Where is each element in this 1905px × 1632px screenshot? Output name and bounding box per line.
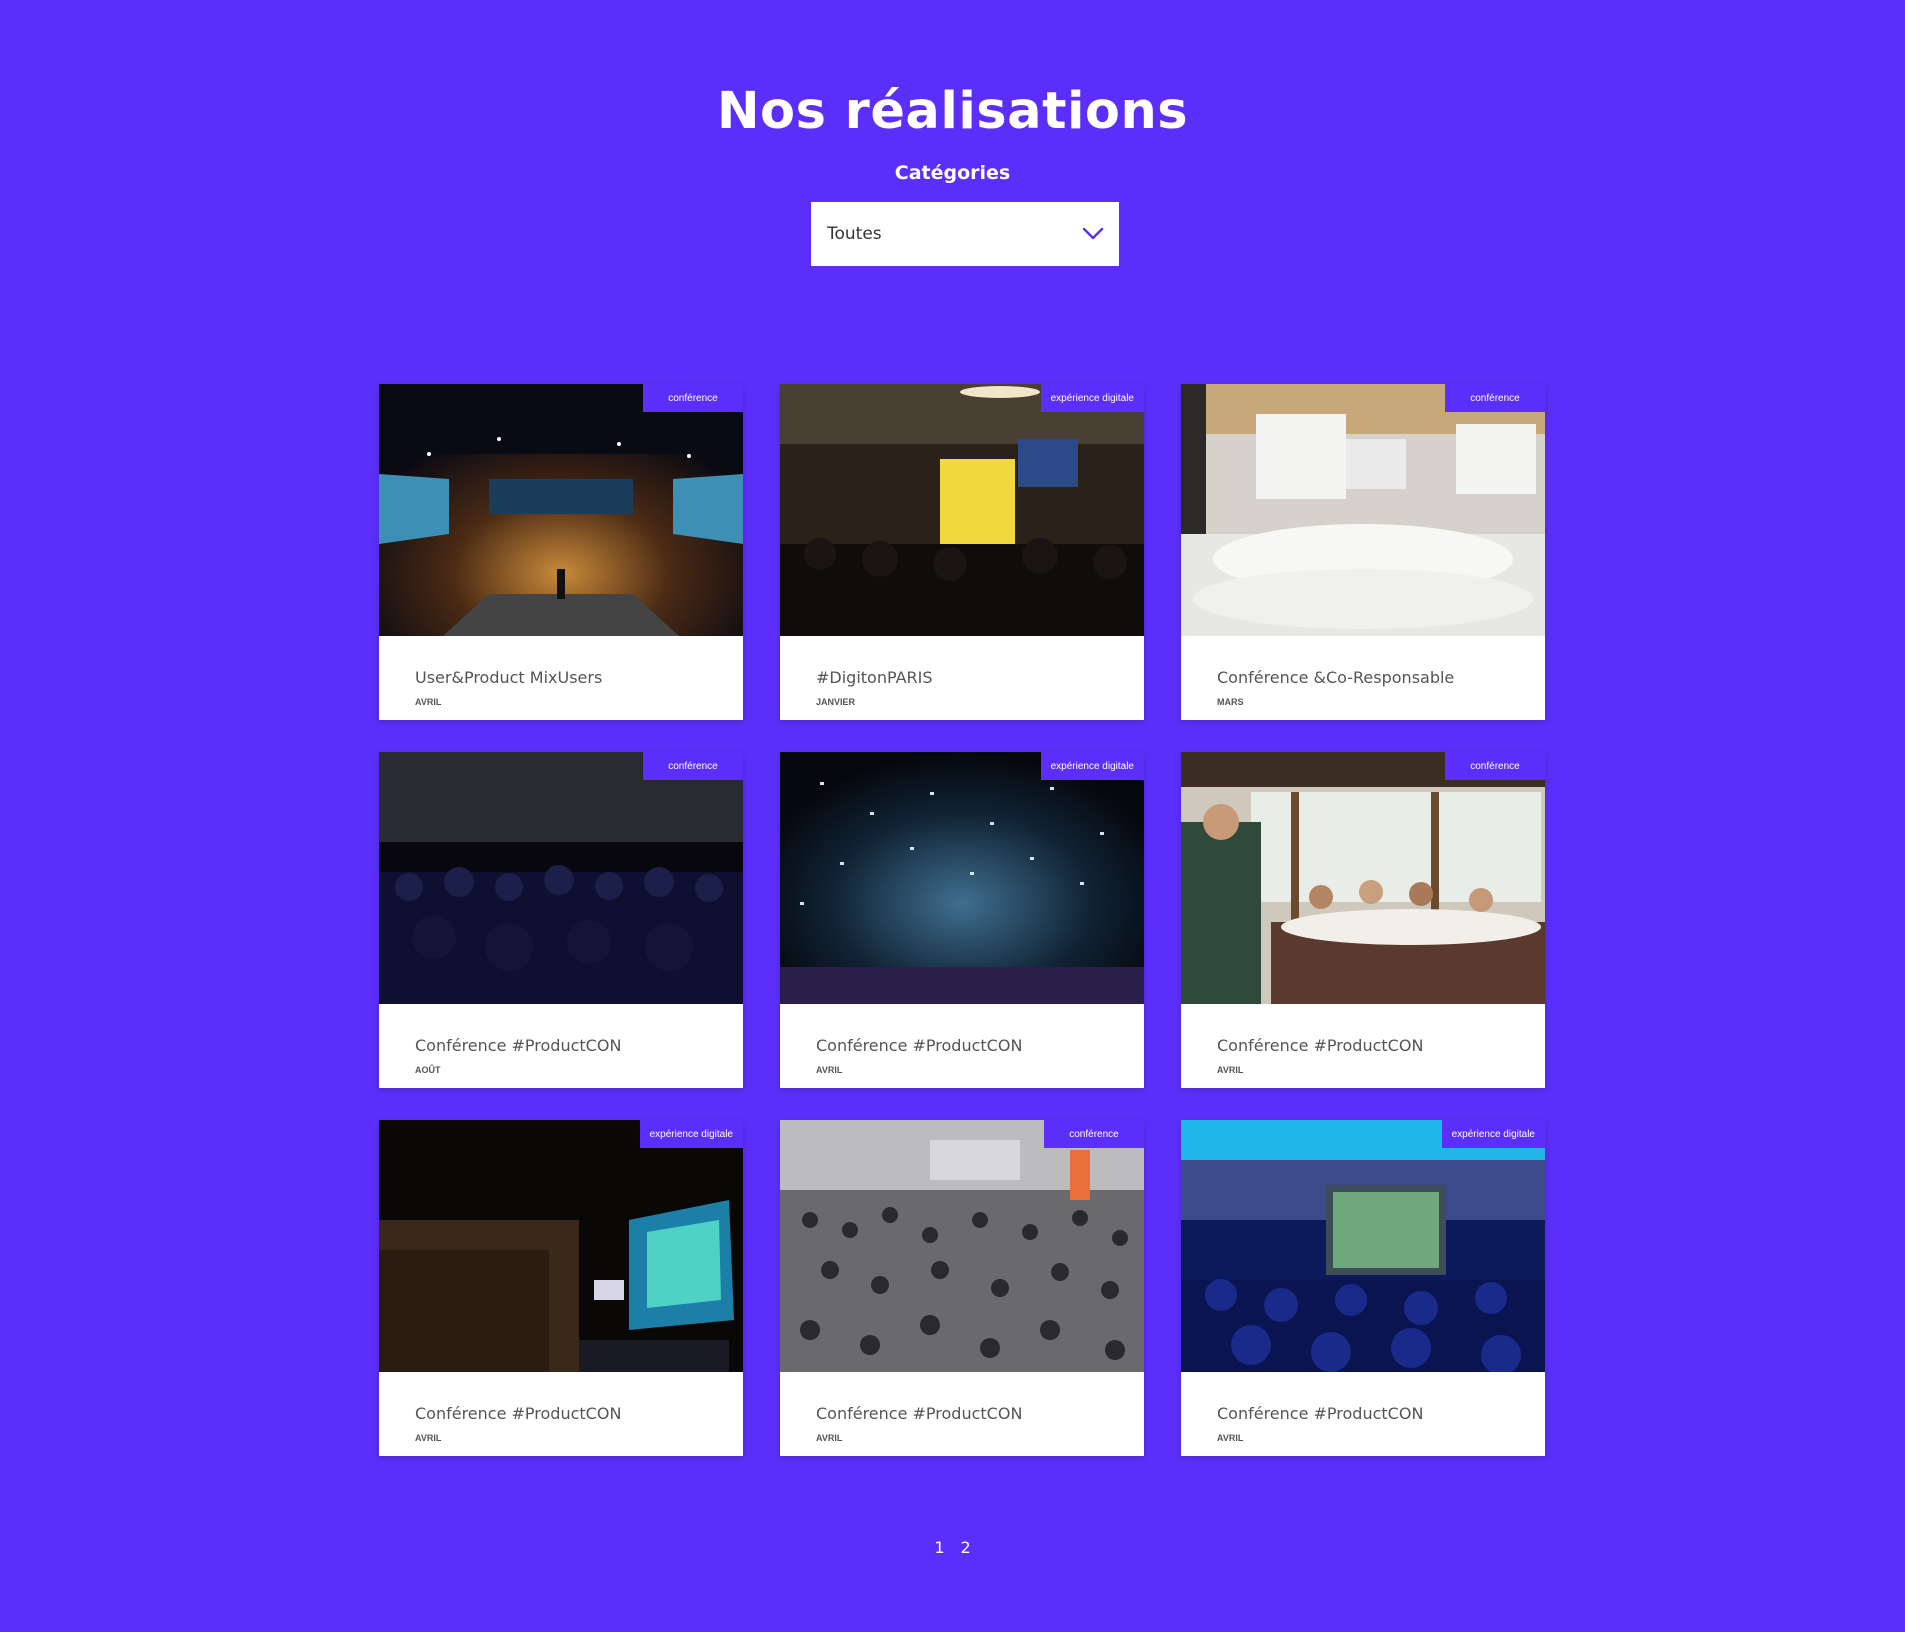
- project-card[interactable]: conférence Conférence #ProductCON AOÛT: [379, 752, 743, 1088]
- dark-audience-photo: [379, 752, 743, 1004]
- page-link-2[interactable]: 2: [961, 1538, 971, 1557]
- card-title: #DigitonPARIS: [816, 668, 933, 687]
- card-title: Conférence #ProductCON: [816, 1036, 1023, 1055]
- category-tag: conférence: [643, 752, 743, 780]
- category-tag: expérience digitale: [639, 1120, 743, 1148]
- card-month: AOÛT: [415, 1065, 441, 1075]
- chevron-down-icon: [1082, 227, 1104, 240]
- audience-yellow-screen-photo: [780, 384, 1144, 636]
- confetti-concert-photo: [780, 752, 1144, 1004]
- project-card[interactable]: conférence Conférence #ProductCON AVRIL: [780, 1120, 1144, 1456]
- category-select-value: Toutes: [827, 224, 882, 244]
- category-tag: expérience digitale: [1441, 1120, 1545, 1148]
- card-month: AVRIL: [415, 1433, 442, 1443]
- card-month: MARS: [1217, 697, 1244, 707]
- card-month: AVRIL: [816, 1065, 843, 1075]
- project-card[interactable]: conférence Conférence &Co-Responsable MA…: [1181, 384, 1545, 720]
- speaker-dinner-table-photo: [1181, 752, 1545, 1004]
- card-title: Conférence #ProductCON: [816, 1404, 1023, 1423]
- card-title: Conférence #ProductCON: [1217, 1036, 1424, 1055]
- category-tag: expérience digitale: [1040, 384, 1144, 412]
- category-tag: conférence: [643, 384, 743, 412]
- project-card[interactable]: expérience digitale Conférence #ProductC…: [1181, 1120, 1545, 1456]
- crowded-expo-photo: [780, 1120, 1144, 1372]
- category-select[interactable]: Toutes: [811, 202, 1119, 266]
- page-link-1[interactable]: 1: [934, 1538, 944, 1557]
- white-conference-room-photo: [1181, 384, 1545, 636]
- card-title: Conférence #ProductCON: [1217, 1404, 1424, 1423]
- category-tag: conférence: [1445, 384, 1545, 412]
- card-title: Conférence &Co-Responsable: [1217, 668, 1455, 687]
- card-month: AVRIL: [1217, 1065, 1244, 1075]
- pagination: 1 2: [0, 1538, 1905, 1557]
- category-tag: expérience digitale: [1040, 752, 1144, 780]
- theater-stage-screen-photo: [379, 1120, 743, 1372]
- category-tag: conférence: [1445, 752, 1545, 780]
- card-month: AVRIL: [816, 1433, 843, 1443]
- card-title: Conférence #ProductCON: [415, 1404, 622, 1423]
- project-card[interactable]: expérience digitale Conférence #ProductC…: [780, 752, 1144, 1088]
- category-tag: conférence: [1044, 1120, 1144, 1148]
- conference-hall-stage-photo: [379, 384, 743, 636]
- card-month: AVRIL: [1217, 1433, 1244, 1443]
- project-card[interactable]: expérience digitale #DigitonPARIS JANVIE…: [780, 384, 1144, 720]
- project-card[interactable]: conférence User&Product MixUsers AVRIL: [379, 384, 743, 720]
- project-card[interactable]: expérience digitale Conférence #ProductC…: [379, 1120, 743, 1456]
- categories-label: Catégories: [894, 162, 1011, 184]
- blue-lit-presentation-photo: [1181, 1120, 1545, 1372]
- card-month: JANVIER: [816, 697, 856, 707]
- card-month: AVRIL: [415, 697, 442, 707]
- projects-grid: conférence User&Product MixUsers AVRIL e…: [379, 384, 1545, 1456]
- project-card[interactable]: conférence Conférence #ProductCON AVRIL: [1181, 752, 1545, 1088]
- realisations-page: Nos réalisations Catégories Toutes confé…: [0, 0, 1905, 1632]
- card-title: Conférence #ProductCON: [415, 1036, 622, 1055]
- page-title: Nos réalisations: [716, 82, 1189, 141]
- card-title: User&Product MixUsers: [415, 668, 603, 687]
